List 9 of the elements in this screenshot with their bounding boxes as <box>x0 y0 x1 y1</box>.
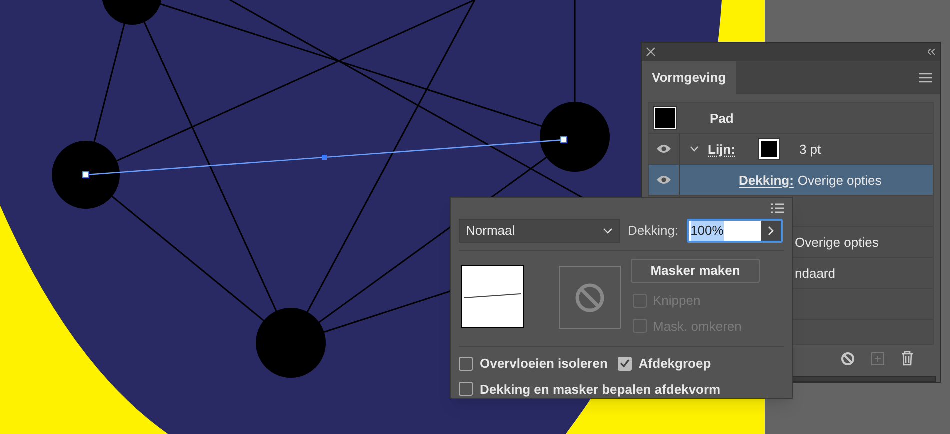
object-label: Pad <box>710 110 734 128</box>
stroke-weight: 3 pt <box>799 140 822 159</box>
row-text: ndaard <box>795 264 836 283</box>
opacity-value: Overige opties <box>798 172 882 190</box>
checkbox-label: Afdekgroep <box>638 355 712 373</box>
row-text: Overige opties <box>795 234 879 252</box>
checkbox-label: Overvloeien isoleren <box>480 355 608 373</box>
checkbox-label: Dekking en masker bepalen afdekvorm <box>480 380 721 399</box>
opacity-label: Dekking: <box>628 222 679 240</box>
